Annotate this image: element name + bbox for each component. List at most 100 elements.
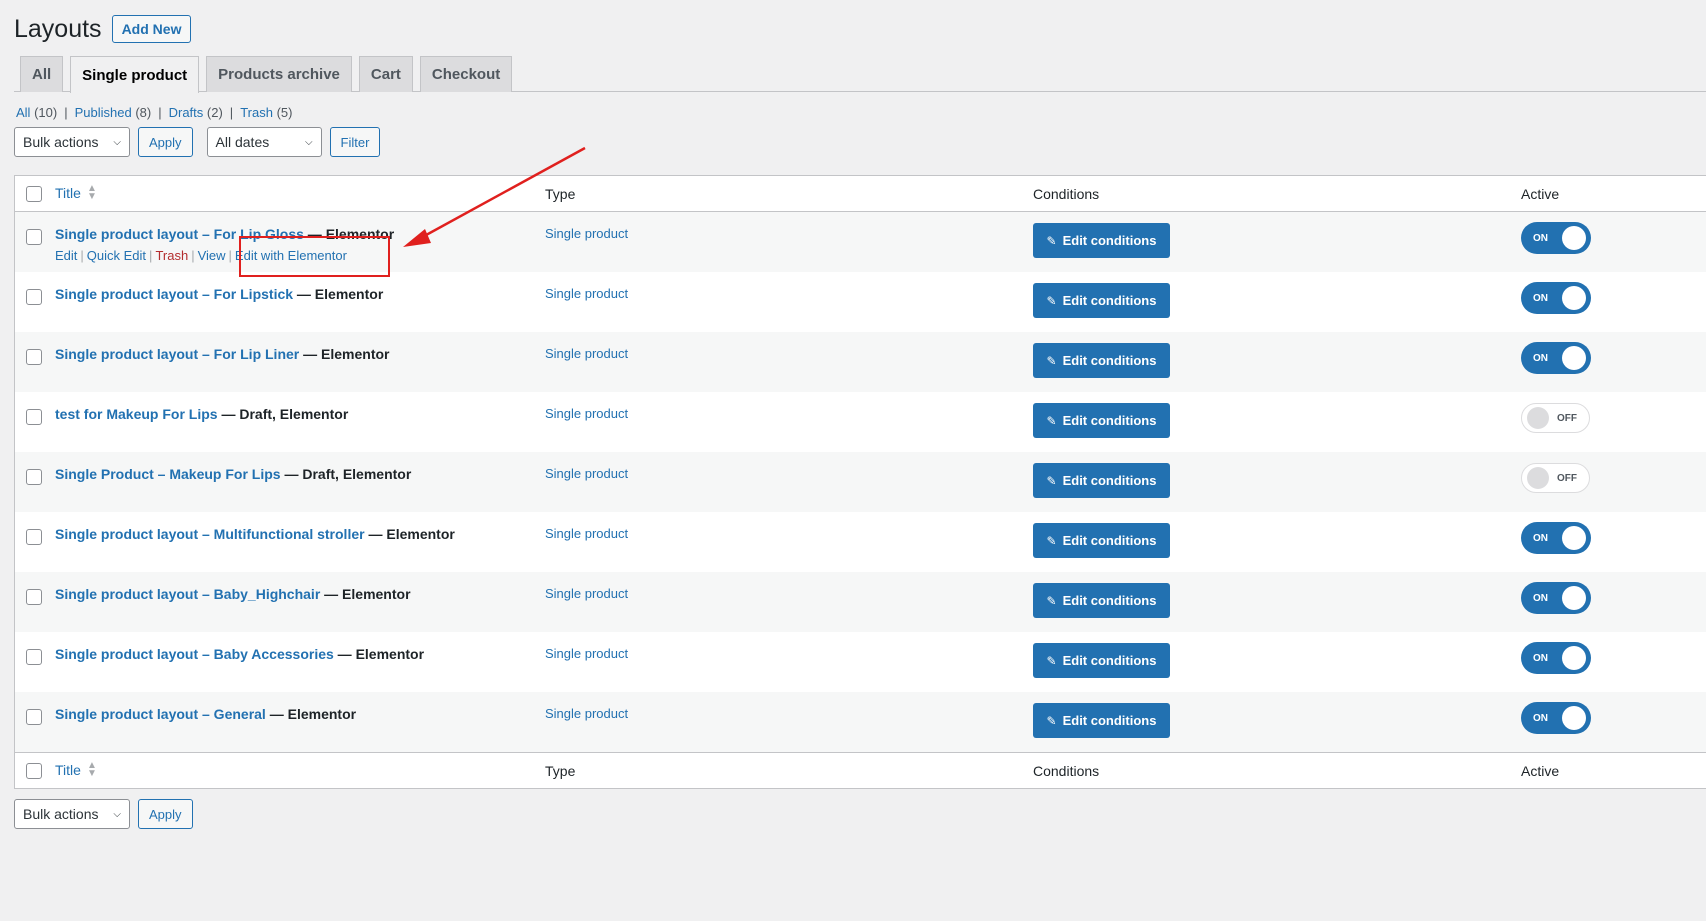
edit-conditions-button[interactable]: ✎ Edit conditions (1033, 583, 1170, 618)
title-cell: Single product layout – Multifunctional … (55, 512, 545, 572)
edit-conditions-button[interactable]: ✎ Edit conditions (1033, 463, 1170, 498)
edit-conditions-label: Edit conditions (1062, 713, 1157, 728)
row-action-edit-with-elementor[interactable]: Edit with Elementor (235, 248, 347, 263)
row-action-trash[interactable]: Trash (155, 248, 188, 263)
active-cell: ON (1521, 212, 1706, 272)
toggle-label: ON (1533, 592, 1548, 604)
layout-title-link[interactable]: Single product layout – Baby Accessories (55, 646, 334, 662)
edit-conditions-label: Edit conditions (1062, 653, 1157, 668)
dates-value: All dates (215, 134, 270, 150)
row-checkbox[interactable] (26, 589, 42, 605)
view-all-link[interactable]: All (16, 105, 30, 120)
table-row: Single product layout – Baby Accessories… (15, 632, 1706, 692)
edit-conditions-button[interactable]: ✎ Edit conditions (1033, 403, 1170, 438)
layout-title-link[interactable]: Single product layout – Multifunctional … (55, 526, 365, 542)
tab-checkout[interactable]: Checkout (419, 56, 513, 92)
type-cell: Single product (545, 346, 629, 361)
layout-title-link[interactable]: Single product layout – Baby_Highchair (55, 586, 320, 602)
edit-conditions-button[interactable]: ✎ Edit conditions (1033, 643, 1170, 678)
edit-conditions-button[interactable]: ✎ Edit conditions (1033, 223, 1170, 258)
tab-single-product[interactable]: Single product (70, 56, 200, 93)
select-all-checkbox-footer[interactable] (26, 762, 42, 779)
edit-conditions-button[interactable]: ✎ Edit conditions (1033, 343, 1170, 378)
tab-all[interactable]: All (20, 56, 64, 92)
layout-title-link[interactable]: Single product layout – For Lip Gloss (55, 226, 304, 242)
row-action-view[interactable]: View (198, 248, 226, 263)
pencil-icon: ✎ (1046, 533, 1057, 548)
row-checkbox[interactable] (26, 469, 42, 485)
post-state: — Elementor (320, 586, 411, 602)
tablenav-top: Bulk actions ⌵ Apply All dates ⌵ Filter (14, 127, 381, 157)
row-checkbox[interactable] (26, 349, 42, 365)
tab-cart[interactable]: Cart (358, 56, 413, 92)
post-state: — Elementor (333, 646, 425, 662)
layout-title-link[interactable]: Single Product – Makeup For Lips (55, 466, 281, 482)
toggle-knob (1562, 226, 1586, 250)
conditions-cell: ✎ Edit conditions (1033, 452, 1521, 512)
row-action-quick-edit[interactable]: Quick Edit (87, 248, 146, 263)
active-toggle[interactable]: ON (1521, 342, 1591, 374)
separator: | (149, 248, 153, 263)
type-cell: Single product (545, 706, 629, 721)
title-cell: test for Makeup For Lips — Draft, Elemen… (55, 392, 545, 452)
type-cell: Single product (545, 226, 629, 241)
table-footer: Title ▲ ▼ Type Conditions Active (15, 752, 1706, 788)
row-checkbox[interactable] (26, 229, 42, 245)
active-toggle[interactable]: ON (1521, 702, 1591, 734)
table-row: Single product layout – For Lip Gloss — … (15, 212, 1706, 272)
table-row: Single product layout – Baby_Highchair —… (15, 572, 1706, 632)
active-toggle[interactable]: OFF (1521, 403, 1590, 433)
active-toggle[interactable]: ON (1521, 582, 1591, 614)
layout-title-link[interactable]: test for Makeup For Lips (55, 406, 218, 422)
row-checkbox[interactable] (26, 649, 42, 665)
layout-title-link[interactable]: Single product layout – For Lipstick (55, 286, 293, 302)
tab-products-archive[interactable]: Products archive (206, 56, 352, 92)
layout-title-link[interactable]: Single product layout – For Lip Liner (55, 346, 299, 362)
active-cell: ON (1521, 572, 1706, 632)
bulk-actions-select-bottom[interactable]: Bulk actions ⌵ (14, 799, 130, 829)
conditions-column-header: Conditions (1033, 185, 1100, 202)
edit-conditions-button[interactable]: ✎ Edit conditions (1033, 523, 1170, 558)
active-toggle[interactable]: ON (1521, 642, 1591, 674)
toggle-knob (1527, 467, 1549, 489)
row-action-edit[interactable]: Edit (55, 248, 77, 263)
table-header: Title ▲ ▼ Type Conditions Active (15, 176, 1706, 212)
bulk-actions-select[interactable]: Bulk actions ⌵ (14, 127, 130, 157)
pencil-icon: ✎ (1046, 233, 1057, 248)
edit-conditions-button[interactable]: ✎ Edit conditions (1033, 283, 1170, 318)
edit-conditions-label: Edit conditions (1062, 473, 1157, 488)
table-row: Single product layout – For Lip Liner — … (15, 332, 1706, 392)
view-drafts-link[interactable]: Drafts (169, 105, 204, 120)
edit-conditions-button[interactable]: ✎ Edit conditions (1033, 703, 1170, 738)
separator: | (158, 105, 162, 120)
active-toggle[interactable]: ON (1521, 522, 1591, 554)
pencil-icon: ✎ (1046, 473, 1057, 488)
view-trash-link[interactable]: Trash (240, 105, 273, 120)
filter-button[interactable]: Filter (329, 127, 381, 157)
row-checkbox[interactable] (26, 529, 42, 545)
row-checkbox[interactable] (26, 709, 42, 725)
type-cell: Single product (545, 286, 629, 301)
tablenav-bottom: Bulk actions ⌵ Apply (14, 799, 193, 829)
apply-button-bottom[interactable]: Apply (138, 799, 193, 829)
view-published-link[interactable]: Published (75, 105, 132, 120)
active-toggle[interactable]: ON (1521, 282, 1591, 314)
row-checkbox[interactable] (26, 289, 42, 305)
active-toggle[interactable]: OFF (1521, 463, 1590, 493)
add-new-button[interactable]: Add New (111, 15, 192, 43)
active-toggle[interactable]: ON (1521, 222, 1591, 254)
layouts-table: Title ▲ ▼ Type Conditions Active Single pr… (14, 175, 1706, 789)
select-all-checkbox[interactable] (26, 185, 42, 202)
toggle-knob (1562, 586, 1586, 610)
type-cell: Single product (545, 406, 629, 421)
edit-conditions-label: Edit conditions (1062, 413, 1157, 428)
row-checkbox[interactable] (26, 409, 42, 425)
conditions-cell: ✎ Edit conditions (1033, 512, 1521, 572)
title-column-sort-footer[interactable]: Title ▲ ▼ (55, 760, 97, 778)
chevron-down-icon: ⌵ (304, 136, 313, 148)
layout-title-link[interactable]: Single product layout – General (55, 706, 266, 722)
table-row: Single Product – Makeup For Lips — Draft… (15, 452, 1706, 512)
dates-select[interactable]: All dates ⌵ (206, 127, 322, 157)
apply-button[interactable]: Apply (138, 127, 193, 157)
title-column-sort[interactable]: Title ▲ ▼ (55, 183, 97, 201)
